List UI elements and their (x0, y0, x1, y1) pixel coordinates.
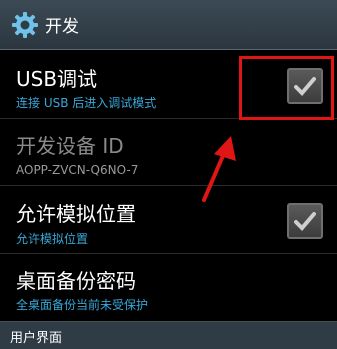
section-header-user-interface: 用户界面 (0, 321, 337, 349)
device-id-title: 开发设备 ID (16, 134, 124, 158)
device-id-value: AOPP-ZVCN-Q6NO-7 (16, 163, 139, 177)
page-title: 开发 (45, 17, 79, 37)
mock-location-subtitle: 允许模拟位置 (16, 232, 89, 246)
mock-location-item[interactable]: 允许模拟位置 允许模拟位置 (0, 186, 337, 253)
backup-password-subtitle: 全桌面备份当前未受保护 (16, 298, 149, 312)
mock-location-checkbox[interactable] (287, 203, 323, 239)
highlight-box (239, 56, 334, 120)
usb-debugging-subtitle: 连接 USB 后进入调试模式 (16, 96, 157, 110)
section-label: 用户界面 (10, 331, 63, 346)
red-arrow-icon (202, 136, 236, 202)
backup-password-item[interactable]: 桌面备份密码 全桌面备份当前未受保护 (0, 254, 337, 321)
usb-debugging-title: USB调试 (16, 67, 98, 91)
action-bar: 开发 (0, 0, 337, 50)
gear-icon (12, 11, 38, 38)
check-icon (294, 212, 316, 231)
mock-location-title: 允许模拟位置 (16, 202, 136, 226)
backup-password-title: 桌面备份密码 (16, 269, 136, 293)
device-id-item: 开发设备 ID AOPP-ZVCN-Q6NO-7 (0, 119, 337, 185)
